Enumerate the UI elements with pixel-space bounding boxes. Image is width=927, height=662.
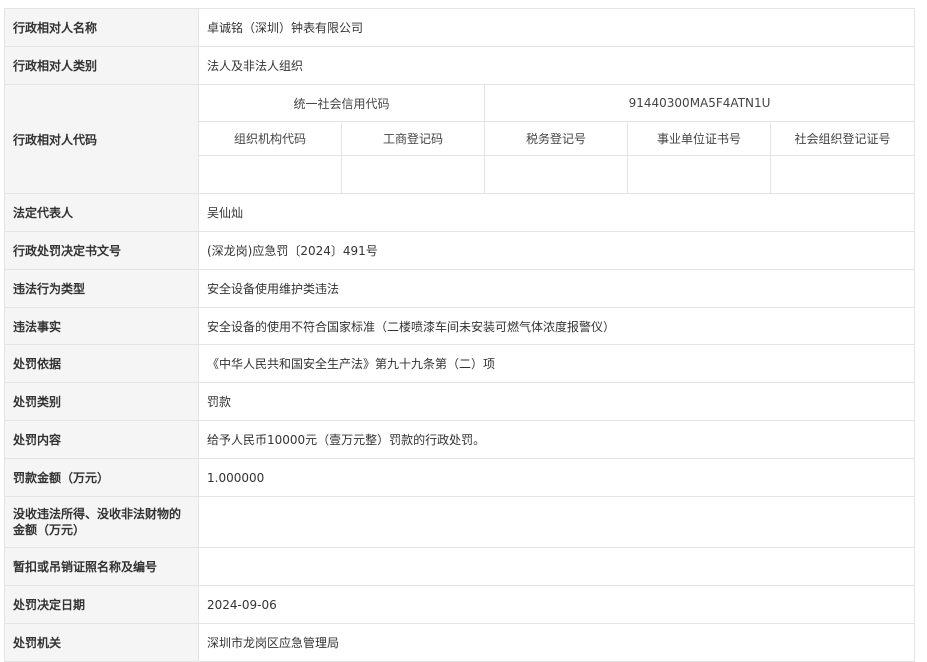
row-penalty-category: 处罚类别 罚款: [4, 382, 916, 421]
label-violation-fact: 违法事实: [4, 307, 199, 345]
row-legal-rep: 法定代表人 吴仙灿: [4, 193, 916, 232]
value-penalty-category: 罚款: [197, 382, 916, 421]
tax-reg-value: [484, 155, 628, 194]
label-legal-rep: 法定代表人: [4, 193, 199, 232]
row-code-credit: 行政相对人代码 统一社会信用代码 91440300MA5F4ATN1U: [4, 84, 916, 194]
value-decision-date: 2024-09-06: [197, 585, 916, 624]
row-fine-amount: 罚款金额（万元） 1.000000: [4, 458, 916, 497]
tax-reg-header: 税务登记号: [484, 121, 628, 156]
row-basis: 处罚依据 《中华人民共和国安全生产法》第九十九条第（二）项: [4, 344, 916, 383]
label-name: 行政相对人名称: [4, 8, 199, 47]
business-reg-value: [341, 155, 485, 194]
value-fine-amount: 1.000000: [197, 458, 916, 497]
label-category: 行政相对人类别: [4, 46, 199, 85]
label-fine-amount: 罚款金额（万元）: [4, 458, 199, 497]
label-decision-date: 处罚决定日期: [4, 585, 199, 624]
label-basis: 处罚依据: [4, 344, 199, 383]
credit-code-label: 统一社会信用代码: [198, 84, 485, 122]
institution-cert-header: 事业单位证书号: [627, 121, 771, 156]
row-violation-type: 违法行为类型 安全设备使用维护类违法: [4, 269, 916, 308]
label-authority: 处罚机关: [4, 623, 199, 662]
label-violation-type: 违法行为类型: [4, 269, 199, 308]
value-doc-no: (深龙岗)应急罚〔2024〕491号: [197, 231, 916, 270]
label-license: 暂扣或吊销证照名称及编号: [4, 547, 199, 586]
label-penalty-category: 处罚类别: [4, 382, 199, 421]
row-confiscation: 没收违法所得、没收非法财物的金额（万元）: [4, 496, 916, 548]
value-legal-rep: 吴仙灿: [197, 193, 916, 232]
value-name: 卓诚铭（深圳）钟表有限公司: [197, 8, 916, 47]
value-category: 法人及非法人组织: [197, 46, 916, 85]
social-org-value: [769, 155, 916, 194]
row-penalty-content: 处罚内容 给予人民币10000元（壹万元整）罚款的行政处罚。: [4, 420, 916, 459]
value-authority: 深圳市龙岗区应急管理局: [197, 623, 916, 662]
business-reg-header: 工商登记码: [341, 121, 485, 156]
value-violation-fact: 安全设备的使用不符合国家标准（二楼喷漆车间未安装可燃气体浓度报警仪）: [197, 307, 916, 345]
value-violation-type: 安全设备使用维护类违法: [197, 269, 916, 308]
value-penalty-content: 给予人民币10000元（壹万元整）罚款的行政处罚。: [197, 420, 916, 459]
row-category: 行政相对人类别 法人及非法人组织: [4, 46, 916, 85]
org-code-header: 组织机构代码: [198, 121, 342, 156]
institution-cert-value: [627, 155, 771, 194]
value-license: [197, 547, 916, 586]
row-authority: 处罚机关 深圳市龙岗区应急管理局: [4, 623, 916, 662]
penalty-info-table: 行政相对人名称 卓诚铭（深圳）钟表有限公司 行政相对人类别 法人及非法人组织 行…: [4, 8, 916, 662]
label-penalty-content: 处罚内容: [4, 420, 199, 459]
value-basis: 《中华人民共和国安全生产法》第九十九条第（二）项: [197, 344, 916, 383]
label-doc-no: 行政处罚决定书文号: [4, 231, 199, 270]
row-violation-fact: 违法事实 安全设备的使用不符合国家标准（二楼喷漆车间未安装可燃气体浓度报警仪）: [4, 307, 916, 345]
credit-code-value: 91440300MA5F4ATN1U: [483, 84, 916, 122]
row-doc-no: 行政处罚决定书文号 (深龙岗)应急罚〔2024〕491号: [4, 231, 916, 270]
row-name: 行政相对人名称 卓诚铭（深圳）钟表有限公司: [4, 8, 916, 47]
row-license: 暂扣或吊销证照名称及编号: [4, 547, 916, 586]
social-org-header: 社会组织登记证号: [769, 121, 916, 156]
org-code-value: [198, 155, 342, 194]
row-decision-date: 处罚决定日期 2024-09-06: [4, 585, 916, 624]
label-confiscation: 没收违法所得、没收非法财物的金额（万元）: [4, 496, 199, 548]
label-code: 行政相对人代码: [4, 84, 199, 194]
value-confiscation: [197, 496, 916, 548]
